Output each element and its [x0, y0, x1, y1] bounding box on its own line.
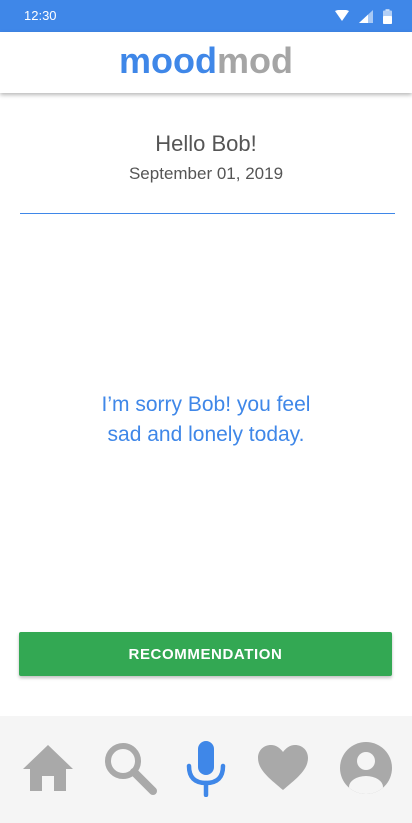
- wifi-icon: [335, 10, 349, 22]
- mood-message-line-2: sad and lonely today.: [107, 423, 305, 446]
- app-bar: moodmod: [0, 32, 412, 93]
- nav-search[interactable]: [100, 740, 160, 800]
- app-logo: moodmod: [0, 40, 412, 82]
- nav-account[interactable]: [336, 740, 396, 800]
- mood-message-line-1: I’m sorry Bob! you feel: [101, 393, 311, 416]
- heart-icon: [256, 744, 310, 797]
- nav-favorites[interactable]: [253, 740, 313, 800]
- status-bar: 12:30: [0, 0, 412, 32]
- microphone-icon: [184, 739, 228, 802]
- bottom-navigation: [0, 716, 412, 823]
- battery-icon: [383, 8, 392, 24]
- greeting: Hello Bob!: [155, 131, 257, 156]
- signal-icon: [359, 9, 373, 23]
- recommendation-button[interactable]: RECOMMENDATION: [19, 632, 392, 676]
- status-time: 12:30: [24, 8, 57, 23]
- home-icon: [21, 743, 75, 798]
- account-icon: [339, 741, 393, 800]
- divider: [20, 213, 395, 214]
- search-icon: [102, 740, 158, 801]
- logo-mood: mood: [119, 40, 217, 81]
- mood-message: I’m sorry Bob! you feel sad and lonely t…: [56, 390, 356, 450]
- nav-microphone[interactable]: [176, 740, 236, 800]
- status-icons: [335, 8, 392, 24]
- nav-home[interactable]: [18, 740, 78, 800]
- logo-mod: mod: [216, 40, 293, 81]
- current-date: September 01, 2019: [128, 164, 284, 183]
